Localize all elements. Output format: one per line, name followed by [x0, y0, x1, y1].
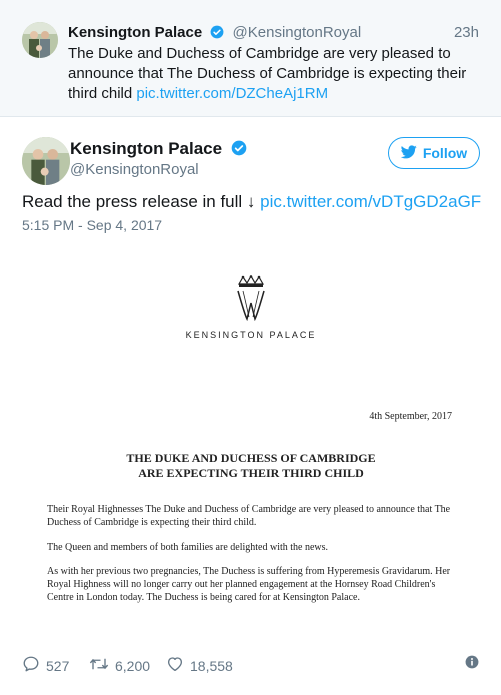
release-paragraph-1: Their Royal Highnesses The Duke and Duch…	[47, 504, 451, 528]
tweet-timestamp[interactable]: 5:15 PM - Sep 4, 2017	[22, 217, 162, 233]
palace-letterhead: KENSINGTON PALACE	[185, 330, 317, 340]
release-title: THE DUKE AND DUCHESS OF CAMBRIDGE ARE EX…	[22, 451, 480, 481]
press-release-image[interactable]: KENSINGTON PALACE 4th September, 2017 TH…	[22, 247, 480, 637]
main-tweet-text: Read the press release in full ↓ pic.twi…	[22, 192, 481, 212]
verified-badge-icon	[231, 140, 247, 161]
release-paragraph-3: As with her previous two pregnancies, Th…	[47, 566, 451, 603]
tweet-info-button[interactable]	[465, 655, 479, 672]
retweet-icon	[89, 655, 109, 676]
main-avatar[interactable]	[22, 137, 70, 185]
info-icon	[465, 655, 479, 672]
like-count: 18,558	[190, 657, 233, 674]
main-text-body: Read the press release in full ↓	[22, 192, 256, 211]
release-paragraph-2: The Queen and members of both families a…	[47, 542, 329, 553]
release-title-line1: THE DUKE AND DUCHESS OF CAMBRIDGE	[126, 451, 376, 465]
main-tweet: Kensington Palace @KensingtonRoyal Follo…	[0, 117, 501, 695]
parent-tweet[interactable]: Kensington Palace @KensingtonRoyal 23h T…	[0, 0, 501, 117]
parent-tweet-text: The Duke and Duchess of Cambridge are ve…	[68, 44, 468, 104]
release-date: 4th September, 2017	[369, 411, 452, 422]
follow-label: Follow	[422, 145, 468, 161]
tweet-actions: 527 6,200 18,558	[22, 655, 480, 679]
reply-icon	[22, 655, 40, 676]
main-handle[interactable]: @KensingtonRoyal	[70, 161, 199, 178]
parent-timestamp[interactable]: 23h	[454, 24, 479, 41]
parent-handle[interactable]: @KensingtonRoyal	[233, 24, 362, 41]
like-button[interactable]: 18,558	[166, 655, 233, 676]
release-title-line2: ARE EXPECTING THEIR THIRD CHILD	[138, 466, 364, 480]
heart-icon	[166, 655, 184, 676]
follow-button[interactable]: Follow	[388, 137, 480, 169]
main-media-link[interactable]: pic.twitter.com/vDTgGD2aGF	[260, 192, 481, 211]
bird-icon	[400, 144, 417, 162]
parent-media-link[interactable]: pic.twitter.com/DZCheAj1RM	[136, 85, 328, 102]
parent-avatar[interactable]	[22, 22, 58, 58]
parent-header: Kensington Palace @KensingtonRoyal	[68, 24, 361, 43]
main-display-name-text[interactable]: Kensington Palace	[70, 139, 222, 158]
main-display-name[interactable]: Kensington Palace	[70, 139, 247, 161]
retweet-button[interactable]: 6,200	[89, 655, 150, 676]
verified-badge-icon	[210, 25, 224, 43]
retweet-count: 6,200	[115, 657, 151, 674]
reply-count: 527	[46, 657, 70, 674]
crown-crest-icon	[233, 274, 269, 326]
reply-button[interactable]: 527	[22, 655, 69, 676]
parent-display-name[interactable]: Kensington Palace	[68, 24, 202, 41]
